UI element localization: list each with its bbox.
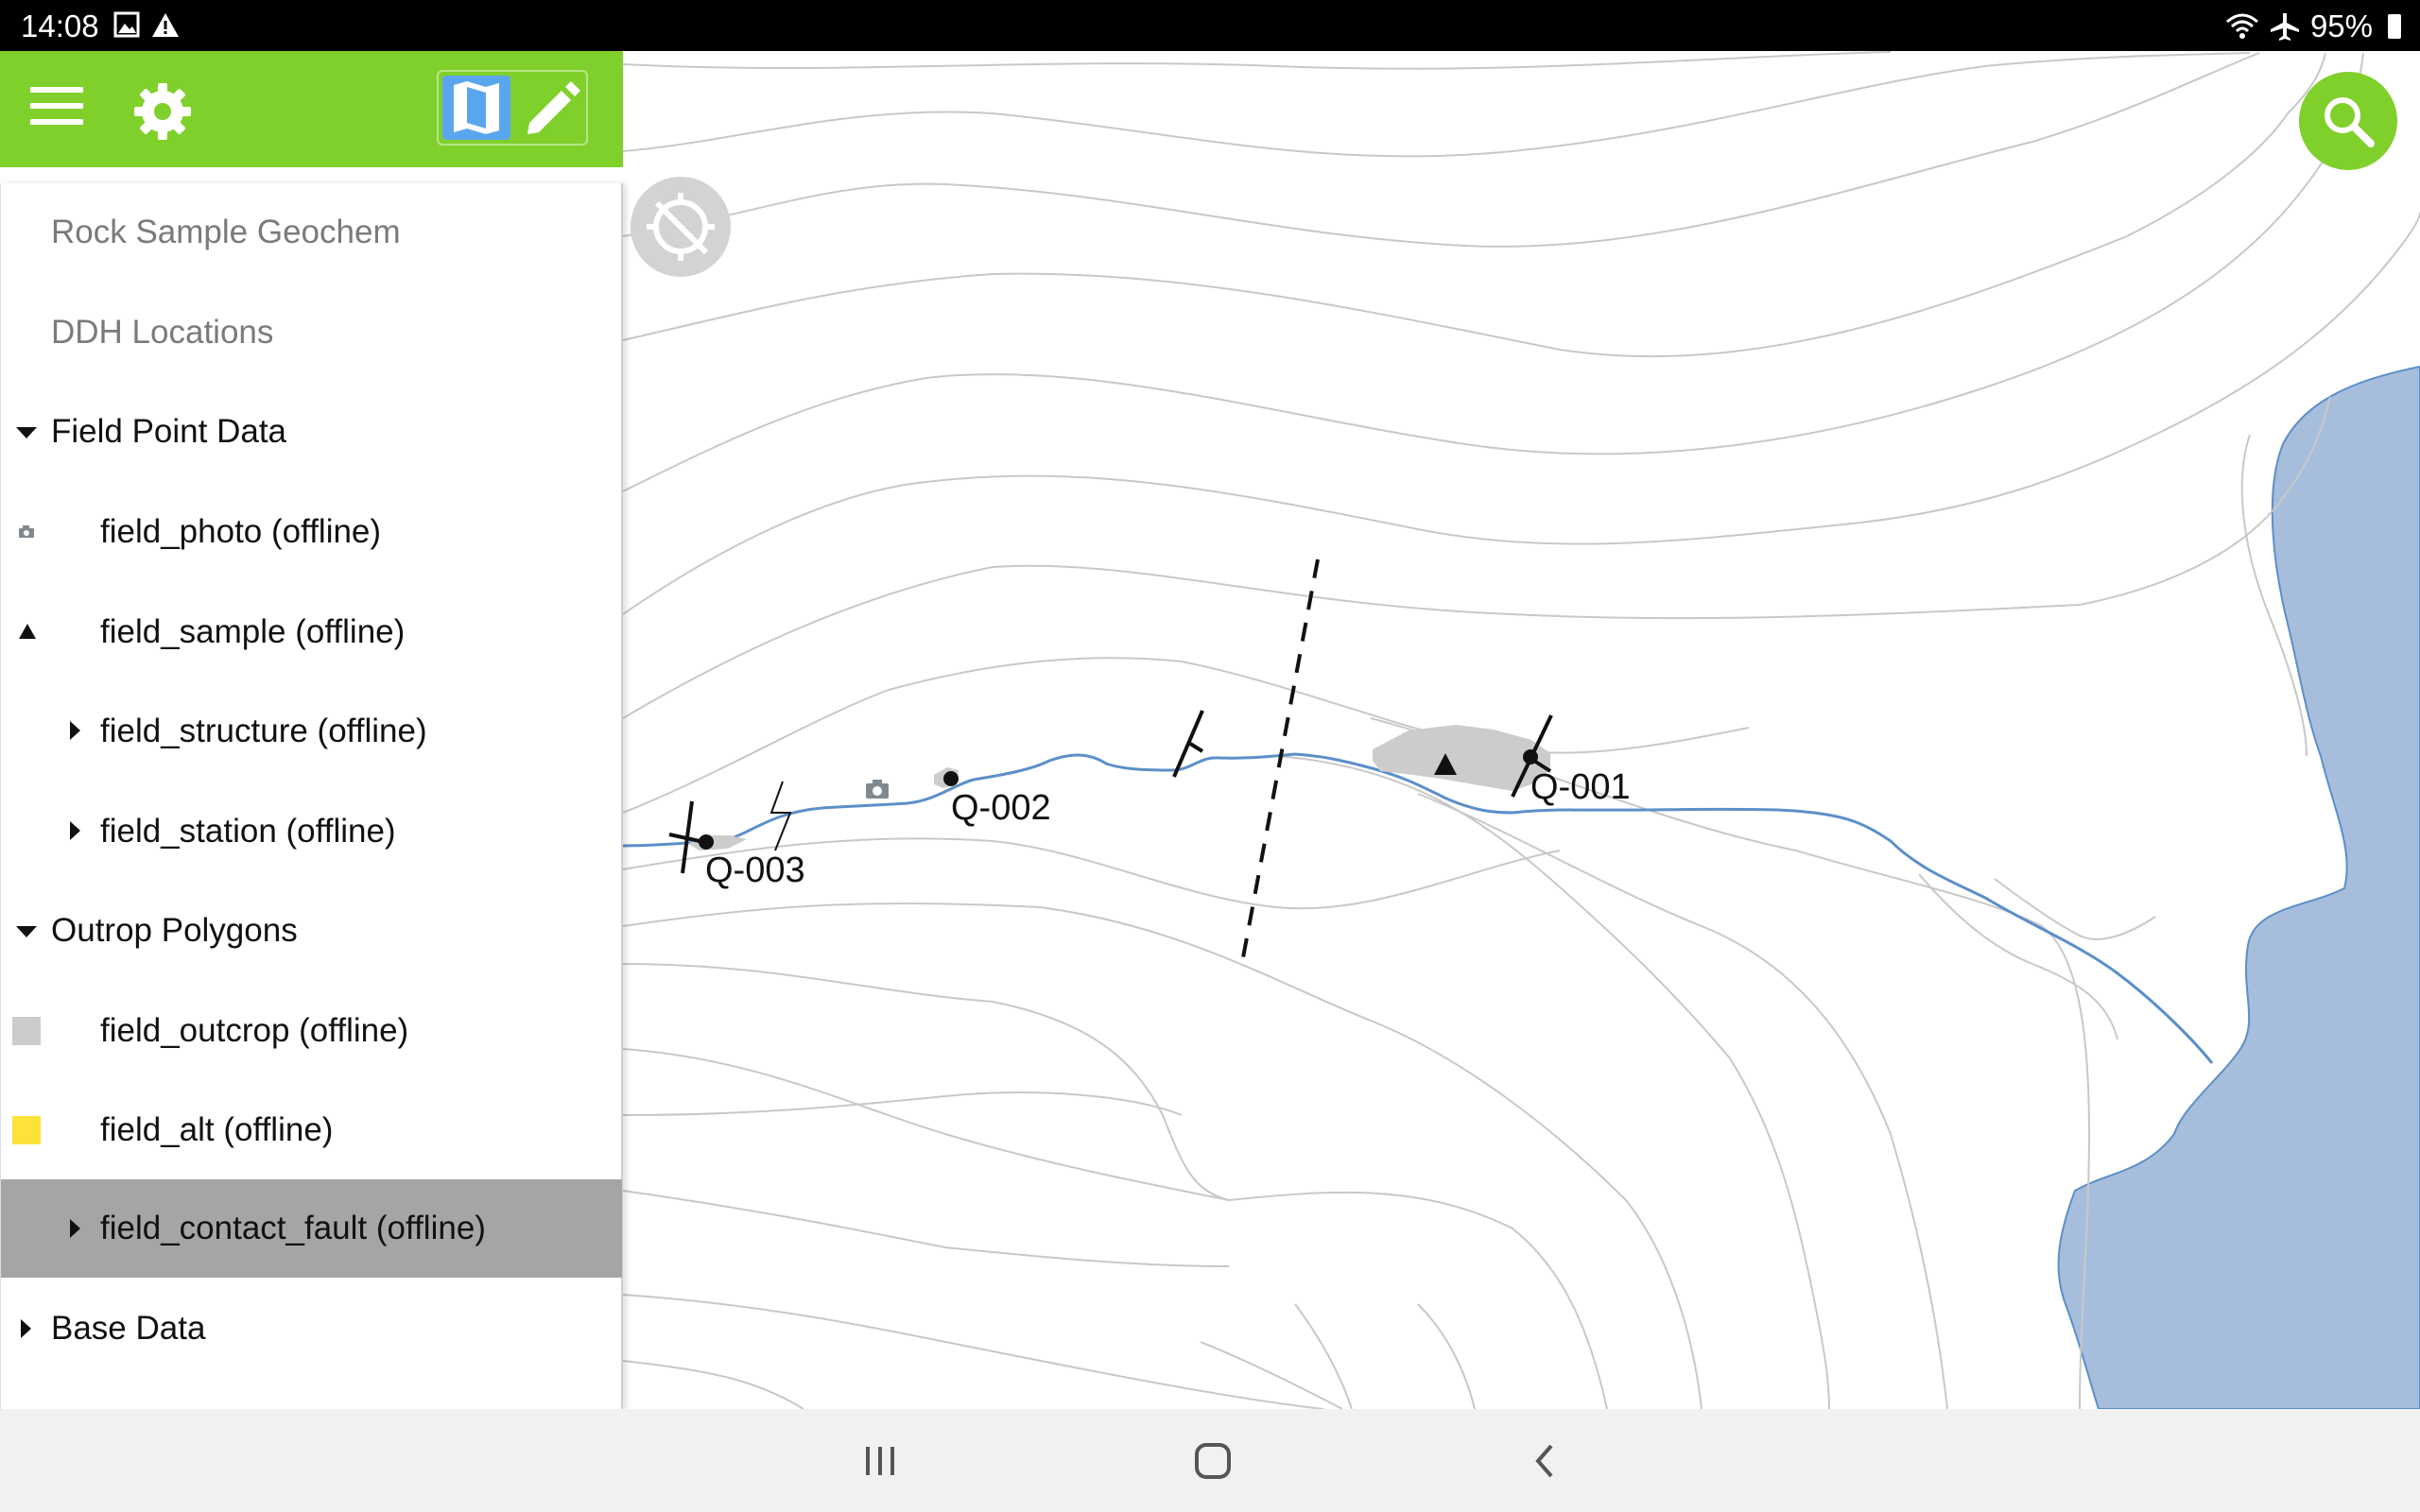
recent-apps-button[interactable]: [852, 1437, 908, 1485]
home-icon: [1195, 1443, 1231, 1479]
battery-icon: [2388, 14, 2401, 39]
outcrop-swatch: [12, 1017, 41, 1045]
layer-label: field_station (offline): [100, 813, 396, 850]
layer-label: field_sample (offline): [100, 613, 406, 650]
layer-field-photo[interactable]: field_photo (offline): [1, 483, 622, 581]
airplane-icon: [2270, 13, 2299, 41]
layer-panel: Rock Sample Geochem DDH Locations Field …: [0, 183, 623, 1410]
layer-label: DDH Locations: [51, 314, 274, 351]
expand-down-icon: [16, 926, 37, 937]
back-icon: [1535, 1444, 1553, 1478]
status-time: 14:08: [21, 9, 99, 43]
top-toolbar: [0, 51, 623, 167]
stream-line: [622, 752, 2214, 1064]
layer-rock-sample-geochem[interactable]: Rock Sample Geochem: [1, 183, 622, 282]
expand-right-icon: [70, 1219, 80, 1238]
layer-field-sample[interactable]: field_sample (offline): [1, 583, 622, 681]
lake-polygon: [2057, 365, 2420, 1409]
status-notification-icons: [113, 11, 189, 47]
search-icon: [2325, 97, 2375, 147]
map-mode-button[interactable]: [442, 76, 510, 140]
battery-percent: 95%: [2309, 9, 2373, 43]
station-label-q003: Q-003: [705, 850, 805, 890]
layer-field-structure[interactable]: field_structure (offline): [1, 682, 622, 781]
station-label-q001: Q-001: [1530, 767, 1631, 807]
expand-right-icon: [21, 1319, 31, 1338]
layer-group-field-point-data[interactable]: Field Point Data: [1, 383, 622, 481]
layer-label: Base Data: [51, 1310, 206, 1347]
menu-button[interactable]: [30, 87, 83, 129]
recent-apps-icon: [866, 1447, 894, 1475]
layer-label: field_outcrop (offline): [100, 1012, 409, 1049]
layer-field-outcrop[interactable]: field_outcrop (offline): [1, 982, 622, 1080]
image-icon: [113, 11, 140, 38]
status-bar: 14:08 95%: [0, 0, 2420, 51]
settings-button[interactable]: [132, 81, 193, 142]
pencil-icon: [527, 81, 580, 134]
layer-ddh-locations[interactable]: DDH Locations: [1, 284, 622, 382]
warning-icon: [152, 13, 179, 37]
layer-label: Rock Sample Geochem: [51, 214, 401, 250]
outcrop-polygon-q003: [688, 835, 747, 850]
layer-field-station[interactable]: field_station (offline): [1, 782, 622, 881]
layer-field-contact-fault[interactable]: field_contact_fault (offline): [1, 1179, 622, 1278]
photo-camera-marker: [866, 780, 889, 799]
home-button[interactable]: [1184, 1437, 1241, 1485]
layer-label: Field Point Data: [51, 413, 287, 450]
layer-label: field_photo (offline): [100, 513, 382, 550]
edit-mode-button[interactable]: [520, 77, 582, 140]
system-nav-bar: [0, 1409, 2420, 1512]
wifi-icon: [2225, 13, 2258, 39]
triangle-icon: [19, 624, 36, 639]
menu-icon: [30, 87, 83, 125]
expand-right-icon: [70, 821, 80, 840]
layer-label: field_alt (offline): [100, 1111, 334, 1148]
expand-right-icon: [70, 721, 80, 740]
status-right: 95%: [2225, 9, 2401, 44]
layer-label: field_contact_fault (offline): [100, 1210, 486, 1246]
layer-field-alt[interactable]: field_alt (offline): [1, 1081, 622, 1179]
expand-down-icon: [16, 427, 37, 438]
fault-line: [1239, 558, 1320, 969]
back-button[interactable]: [1517, 1437, 1574, 1485]
station-label-q002: Q-002: [951, 788, 1051, 828]
map-icon: [454, 81, 499, 134]
layer-group-outrop-polygons[interactable]: Outrop Polygons: [1, 882, 622, 980]
search-button[interactable]: [2299, 72, 2397, 170]
locate-button[interactable]: [631, 177, 731, 277]
locate-disabled-icon: [647, 193, 715, 261]
layer-label: field_structure (offline): [100, 713, 427, 749]
layer-label: Outrop Polygons: [51, 912, 298, 949]
mode-toggle[interactable]: [437, 70, 588, 146]
camera-icon: [19, 525, 34, 538]
alteration-swatch: [12, 1116, 41, 1144]
gear-icon: [134, 83, 191, 140]
layer-group-base-data[interactable]: Base Data: [1, 1280, 622, 1378]
